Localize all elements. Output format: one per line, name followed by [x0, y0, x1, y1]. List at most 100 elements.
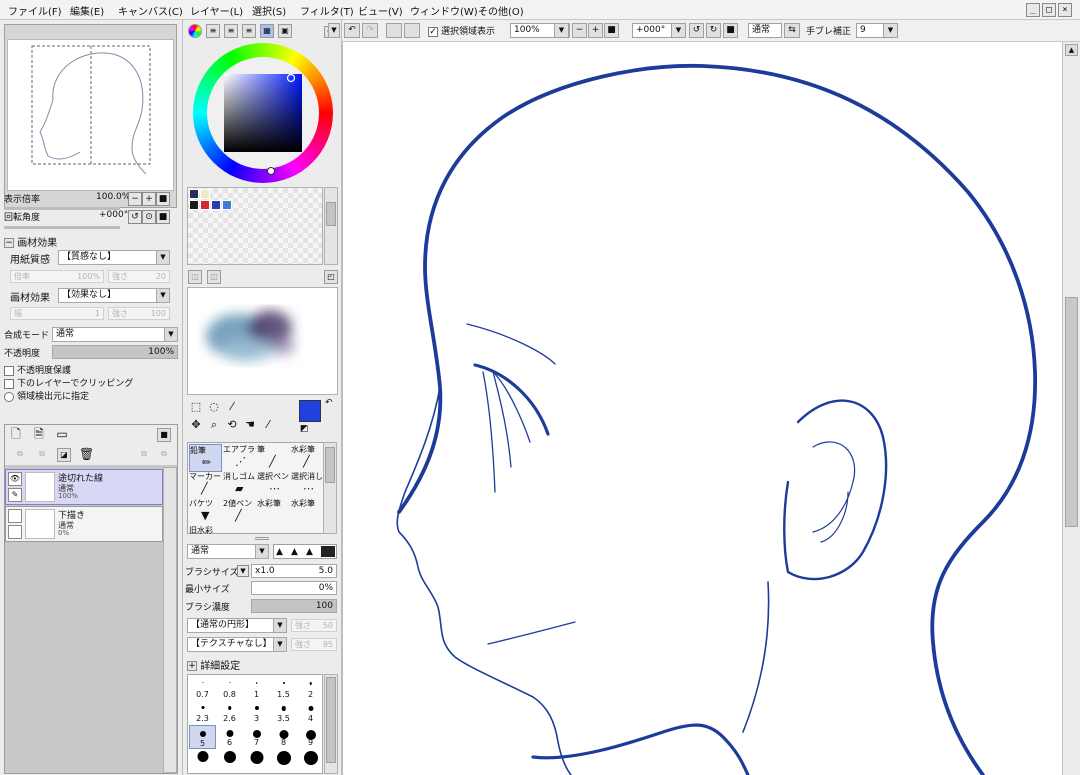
brush-texture-select[interactable]: 【テクスチャなし】 ▼ [187, 637, 287, 652]
canvas-scroll-thumb[interactable] [1065, 297, 1078, 527]
lock-off-icon[interactable] [8, 525, 22, 539]
clipping-checkbox[interactable] [4, 378, 14, 389]
scratch-mode-icon[interactable]: ▣ [278, 24, 292, 38]
brush-density-slider[interactable]: 100 [251, 599, 337, 613]
tool-brush[interactable]: 筆 ╱ [257, 444, 290, 472]
transparent-color-icon[interactable]: ◩ [300, 424, 309, 434]
layer-merge-down-icon[interactable]: ⧉ [157, 448, 171, 462]
tool-airbrush[interactable]: エアブラシ⋰ [223, 444, 256, 472]
menu-layer[interactable]: レイヤー(L) [190, 3, 243, 18]
layer-clear-icon[interactable]: ◪ [57, 448, 71, 462]
swatch-1[interactable] [189, 189, 199, 199]
flip-horizontal-icon[interactable]: ⇆ [784, 23, 800, 38]
brush-size-cell[interactable] [243, 749, 270, 773]
swatch-6[interactable] [222, 200, 232, 210]
rotate-reset-icon[interactable]: ■ [723, 23, 738, 38]
zoom-reset-button[interactable]: ■ [156, 192, 170, 206]
brush-size-cell[interactable]: 3 [243, 701, 270, 725]
edge-medium-icon[interactable]: ▲ [291, 547, 298, 557]
tool-pencil[interactable]: 鉛筆 ✏ [189, 444, 222, 472]
eye-icon[interactable]: 👁 [8, 472, 22, 486]
color-wheel[interactable] [193, 43, 333, 183]
toolbar-menu-icon[interactable]: ▼ [328, 23, 340, 38]
canvas-mode-field[interactable]: 通常 [748, 23, 782, 38]
new-layer-set-icon[interactable]: 🗎 [32, 428, 46, 442]
swatch-4[interactable] [200, 200, 210, 210]
scratch-copy-icon[interactable]: ◫ [207, 270, 221, 284]
checkmark-icon[interactable]: ✓ [428, 26, 438, 37]
advanced-settings-toggle[interactable]: + 詳細設定 [187, 657, 240, 673]
invert-selection-icon[interactable] [404, 23, 420, 38]
layer-mask-icon[interactable]: ■ [157, 428, 171, 442]
menu-filter[interactable]: フィルタ(T) [300, 3, 354, 18]
brush-size-cell[interactable]: 0.7 [189, 677, 216, 701]
brush-size-cell[interactable]: 2.6 [216, 701, 243, 725]
brush-shape-select[interactable]: 【通常の円形】 ▼ [187, 618, 287, 633]
tool-bucket[interactable]: バケツ ▼ [189, 498, 222, 526]
swap-colors-icon[interactable]: ↶ [325, 398, 333, 408]
brush-size-slider[interactable]: x1.0 5.0 [251, 564, 337, 578]
undo-icon[interactable]: ↶ [344, 23, 360, 38]
angle-dropdown-icon[interactable]: ▼ [671, 23, 686, 38]
tool-select-erase[interactable]: 選択消し ⋯ [291, 471, 324, 499]
move-icon[interactable]: ✥ [189, 419, 203, 433]
lasso-icon[interactable]: ◌ [207, 401, 221, 415]
tool-watercolor3[interactable]: 水彩筆 [291, 498, 324, 526]
stabilizer-dropdown-icon[interactable]: ▼ [883, 23, 898, 38]
eye-off-icon[interactable] [8, 509, 22, 523]
brush-size-cell[interactable]: 1 [243, 677, 270, 701]
tool-blend-select[interactable]: 通常 ▼ [187, 544, 269, 559]
rotate-slider[interactable] [4, 226, 120, 229]
brush-size-cell[interactable]: 5 [189, 725, 216, 749]
maximize-button[interactable]: □ [1042, 3, 1056, 17]
swatch-scrollbar[interactable] [324, 187, 338, 265]
selection-source-option[interactable]: 領域検出元に指定 [4, 389, 89, 405]
color-wheel-mode-icon[interactable] [188, 24, 202, 38]
rotate-reset-button[interactable]: ■ [156, 210, 170, 224]
color-swatch-panel[interactable] [187, 187, 323, 265]
close-button[interactable]: × [1058, 3, 1072, 17]
eyedropper-icon[interactable]: ⁄ [261, 419, 275, 433]
layer-item-1[interactable]: 👁 ✎ 途切れた線 通常 100% [5, 469, 163, 505]
swatch-2[interactable] [200, 189, 210, 199]
menu-view[interactable]: ビュー(V) [358, 3, 403, 18]
brush-size-cell[interactable]: 2 [297, 677, 324, 701]
tool-eraser[interactable]: 消しゴム ▰ [223, 471, 256, 499]
tool-grid-scrollbar[interactable] [323, 442, 337, 534]
layer-item-2[interactable]: 下描き 通常 0% [5, 506, 163, 542]
scroll-up-icon[interactable]: ▲ [1065, 44, 1078, 56]
min-size-slider[interactable]: 0% [251, 581, 337, 595]
brush-grid-scroll-thumb[interactable] [326, 677, 336, 763]
scratch-expand-icon[interactable]: ◰ [324, 270, 338, 284]
menu-edit[interactable]: 編集(E) [70, 3, 104, 18]
brush-edge-selector[interactable]: ▲ ▲ ▲ [273, 544, 337, 559]
rotate-right-button[interactable]: ⊙ [142, 210, 156, 224]
tool-select-pen[interactable]: 選択ペン ⋯ [257, 471, 290, 499]
rotate-left-button[interactable]: ↺ [128, 210, 142, 224]
drawing-canvas[interactable] [342, 42, 1062, 775]
tool-binary-pen[interactable]: 2値ペン ╱ [223, 498, 256, 526]
brush-size-cell[interactable]: 2.3 [189, 701, 216, 725]
canvas-scrollbar[interactable]: ▲ [1062, 42, 1080, 775]
swatch-scroll-thumb[interactable] [326, 202, 336, 226]
rotate-ccw-icon[interactable]: ↺ [689, 23, 704, 38]
zoom-out-icon[interactable]: − [572, 23, 587, 38]
menu-window[interactable]: ウィンドウ(W) [410, 3, 478, 18]
brush-size-cell[interactable]: 6 [216, 725, 243, 749]
texture-collapse-icon[interactable]: − [4, 238, 14, 248]
rotate-tool-icon[interactable]: ⟲ [225, 419, 239, 433]
tool-watercolor[interactable]: 水彩筆 ╱ [291, 444, 324, 472]
navigator-panel[interactable] [4, 24, 177, 208]
foreground-color[interactable] [299, 400, 321, 422]
rgb-slider-mode-icon[interactable]: ≡ [206, 24, 220, 38]
pen-lock-icon[interactable]: ✎ [8, 488, 22, 502]
swatch-5[interactable] [211, 200, 221, 210]
new-layer-icon[interactable]: 🗋 [9, 428, 23, 442]
splitter-grip[interactable] [255, 537, 269, 540]
menu-file[interactable]: ファイル(F) [8, 3, 62, 18]
navigator-thumbnail[interactable] [7, 39, 174, 191]
scratchpad-preview[interactable] [187, 287, 338, 395]
brush-size-cell[interactable]: 3.5 [270, 701, 297, 725]
rect-select-icon[interactable]: ⬚ [189, 401, 203, 415]
brush-size-cell[interactable]: 8 [270, 725, 297, 749]
